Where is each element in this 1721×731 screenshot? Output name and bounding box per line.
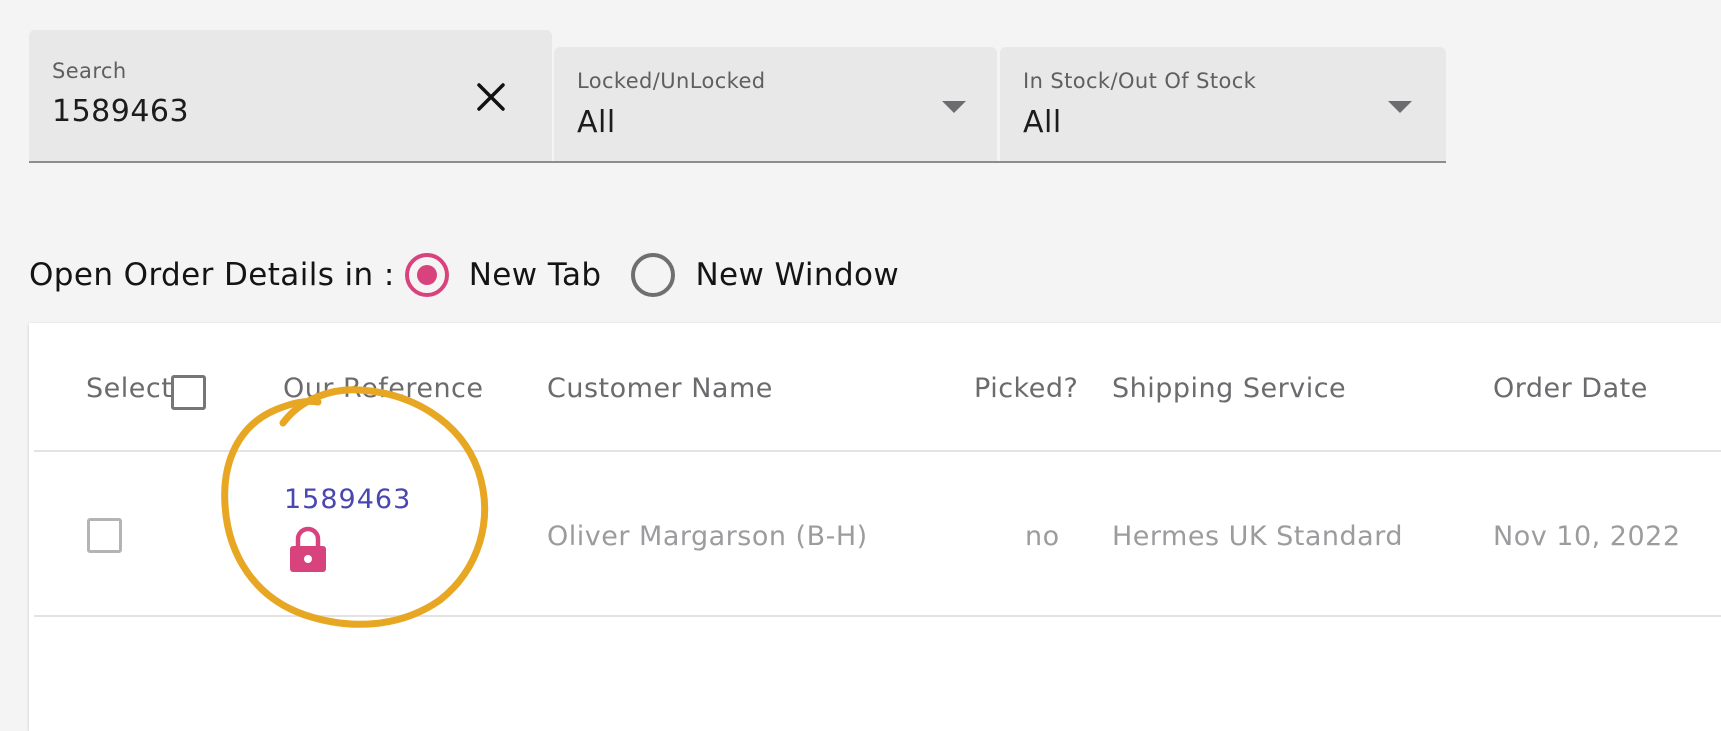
- row-shipping-service: Hermes UK Standard: [1112, 521, 1403, 552]
- open-details-radio-group: Open Order Details in : New Tab New Wind…: [29, 248, 929, 302]
- lock-icon: [288, 526, 328, 574]
- locked-unlocked-select[interactable]: Locked/UnLocked All: [554, 47, 997, 163]
- header-divider: [34, 450, 1721, 452]
- radio-checked-icon[interactable]: [404, 253, 449, 297]
- locked-unlocked-value[interactable]: All: [577, 105, 616, 140]
- header-shipping-service[interactable]: Shipping Service: [1112, 373, 1346, 404]
- row-customer-name: Oliver Margarson (B-H): [547, 521, 868, 552]
- row-order-date: Nov 10, 2022: [1493, 521, 1681, 552]
- radio-new-window-label[interactable]: New Window: [695, 257, 899, 293]
- filter-bar: Search 1589463 Locked/UnLocked All In St…: [29, 30, 1446, 163]
- search-field[interactable]: Search 1589463: [29, 30, 552, 163]
- locked-unlocked-label: Locked/UnLocked: [577, 69, 766, 93]
- orders-table: Select Our Reference Customer Name Picke…: [29, 323, 1721, 731]
- row-reference-link[interactable]: 1589463: [284, 484, 411, 515]
- stock-label: In Stock/Out Of Stock: [1023, 69, 1257, 93]
- stock-value[interactable]: All: [1023, 105, 1062, 140]
- header-select: Select: [86, 373, 173, 404]
- header-our-reference[interactable]: Our Reference: [283, 373, 484, 404]
- close-icon[interactable]: [469, 75, 513, 119]
- radio-new-tab[interactable]: New Tab: [404, 253, 602, 297]
- radio-new-window[interactable]: New Window: [631, 253, 899, 297]
- chevron-down-icon[interactable]: [942, 101, 966, 113]
- row-divider: [34, 615, 1721, 617]
- search-label: Search: [52, 59, 127, 83]
- row-picked: no: [1025, 521, 1060, 552]
- select-all-checkbox[interactable]: [171, 375, 206, 410]
- chevron-down-icon[interactable]: [1388, 101, 1412, 113]
- search-input[interactable]: 1589463: [52, 94, 189, 129]
- radio-new-tab-label[interactable]: New Tab: [469, 257, 602, 293]
- radio-dot: [416, 265, 437, 285]
- filter-underline: [29, 161, 1446, 163]
- radio-unchecked-icon[interactable]: [631, 253, 676, 297]
- header-order-date[interactable]: Order Date: [1493, 373, 1648, 404]
- header-picked[interactable]: Picked?: [974, 373, 1078, 404]
- open-details-label: Open Order Details in :: [29, 257, 395, 293]
- stock-select[interactable]: In Stock/Out Of Stock All: [1000, 47, 1446, 163]
- row-checkbox[interactable]: [87, 518, 122, 553]
- header-customer-name[interactable]: Customer Name: [547, 373, 773, 404]
